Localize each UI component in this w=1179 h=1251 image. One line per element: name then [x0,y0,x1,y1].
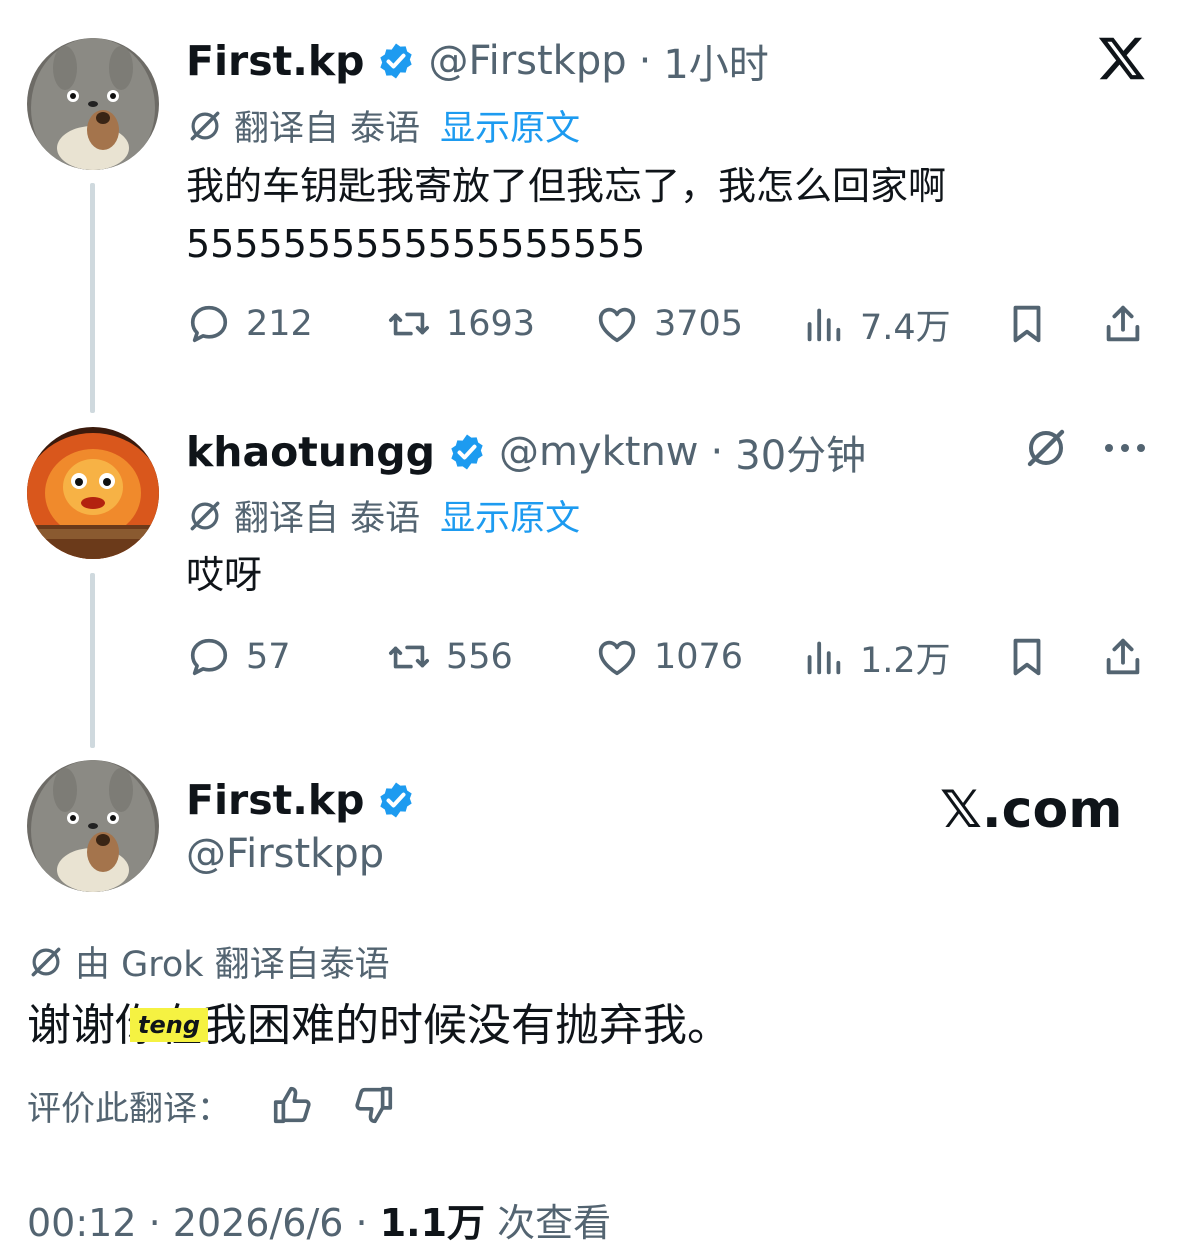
tweet2-actions: 57 556 1076 1.2万 [186,627,1146,687]
tweet1-actions: 212 1693 3705 7.4万 [186,294,1146,354]
retweet-icon [388,645,430,669]
verified-badge-icon [380,782,413,818]
teng-sticker: teng [130,1008,208,1042]
like-button[interactable]: 1076 [594,627,743,687]
reply-icon [190,638,228,676]
like-button[interactable]: 3705 [594,294,743,354]
repost-count: 1693 [446,304,536,344]
views-button[interactable]: 7.4万 [800,294,951,354]
thumbs-up-icon[interactable] [269,1082,315,1128]
author-name[interactable]: First.kp [186,37,364,85]
tweet3-name-row: First.kp [186,776,416,824]
more-icon[interactable] [1103,430,1147,466]
tweet-text-line-2: 5555555555555555555 [186,222,646,266]
tweet-time[interactable]: 1小时 [663,32,768,90]
translate-icon [190,111,220,140]
share-button[interactable] [1100,294,1146,354]
bookmark-icon [1013,638,1041,676]
reply-count: 212 [246,304,313,344]
like-icon [598,307,636,343]
view-count: 1.1万 [379,1201,486,1245]
reply-button[interactable]: 57 [186,627,291,687]
rate-translation-row: 评价此翻译： [27,1080,397,1130]
repost-count: 556 [446,637,513,677]
grok-translation-label: 由 Grok 翻译自泰语 [75,945,390,985]
separator-dot: · [148,1201,173,1245]
tweet-text: 哎呀 [186,553,263,597]
share-button[interactable] [1100,627,1146,687]
separator-dot: · [710,429,724,475]
views-button[interactable]: 1.2万 [800,627,951,687]
thumbs-down-icon[interactable] [351,1082,397,1128]
avatar-khaotungg[interactable] [27,427,159,559]
bookmark-icon [1013,305,1041,343]
x-com-brand: 𝕏.com [940,780,1123,840]
verified-badge-icon [380,43,413,79]
avatar-firstkp[interactable] [27,38,159,170]
grok-icon [31,947,61,976]
views-suffix: 次查看 [497,1201,612,1245]
translate-icon [190,501,220,530]
views-icon [807,308,841,342]
tweet1-header: First.kp @Firstkpp · 1小时 [186,32,769,90]
separator-dot: · [638,38,652,84]
author-handle[interactable]: @Firstkpp [428,38,626,84]
repost-button[interactable]: 556 [386,627,513,687]
translation-notice: 翻译自 泰语 显示原文 [186,100,580,151]
views-icon [807,641,841,675]
reply-count: 57 [246,637,291,677]
translated-from-label: 翻译自 泰语 [234,499,421,539]
tweet2-header: khaotungg @myktnw · 30分钟 [186,423,866,481]
grok-translation-notice: 由 Grok 翻译自泰语 [27,936,390,987]
author-name[interactable]: First.kp [186,776,364,824]
show-original-link[interactable]: 显示原文 [440,490,580,541]
reply-icon [190,305,228,343]
author-handle[interactable]: @myktnw [499,429,699,475]
author-name[interactable]: khaotungg [186,428,435,476]
thread-line-2 [90,573,95,748]
show-original-link[interactable]: 显示原文 [440,100,580,151]
share-icon [1106,638,1140,675]
tweet-text: 我的车钥匙我寄放了但我忘了，我怎么回家啊 5555555555555555555 [186,157,946,273]
translation-notice: 翻译自 泰语 显示原文 [186,490,580,541]
bookmark-button[interactable] [1004,294,1050,354]
retweet-icon [388,312,430,336]
tweet-text-line-1: 我的车钥匙我寄放了但我忘了，我怎么回家啊 [186,164,947,208]
verified-badge-icon [451,434,483,470]
post-date[interactable]: 2026/6/6 [173,1201,344,1245]
separator-dot: · [355,1201,380,1245]
like-count: 3705 [654,304,744,344]
tweet-time[interactable]: 30分钟 [735,423,866,481]
views-count: 1.2万 [860,640,951,681]
like-icon [598,640,636,676]
thread-line-1 [90,183,95,413]
views-count: 7.4万 [860,307,951,348]
x-logo-icon[interactable] [1097,33,1147,83]
tweet-metadata: 00:12 · 2026/6/6 · 1.1万 次查看 [27,1192,611,1247]
repost-button[interactable]: 1693 [386,294,535,354]
post-time[interactable]: 00:12 [27,1201,137,1245]
author-handle[interactable]: @Firstkpp [186,831,384,877]
avatar-firstkp[interactable] [27,760,159,892]
share-icon [1106,305,1140,342]
translated-from-label: 翻译自 泰语 [234,109,421,149]
reply-button[interactable]: 212 [186,294,313,354]
grok-icon[interactable] [1022,424,1070,472]
rate-translation-label: 评价此翻译： [27,1088,231,1129]
bookmark-button[interactable] [1004,627,1050,687]
like-count: 1076 [654,637,744,677]
